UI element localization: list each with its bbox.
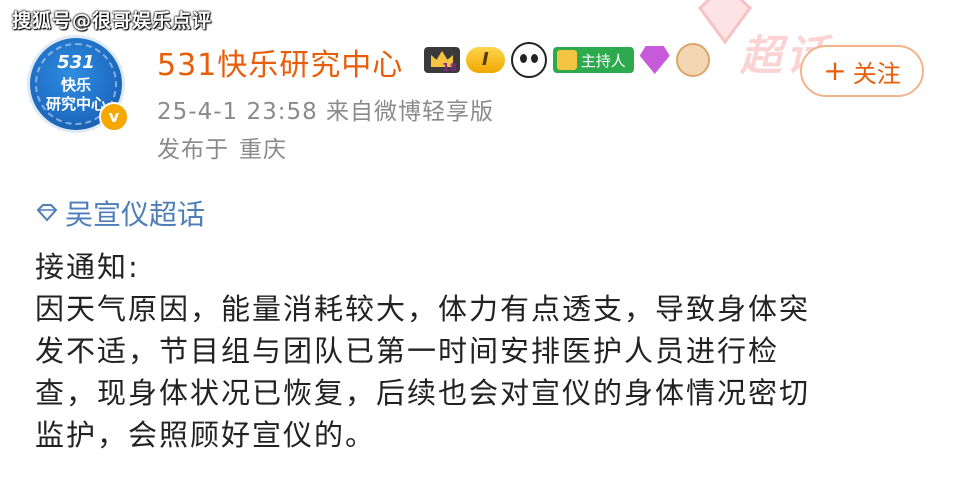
- plus-icon: +: [823, 54, 847, 87]
- content-line: 查，现身体状况已恢复，后续也会对宣仪的身体情况密切: [35, 376, 811, 410]
- content-line: 发不适，节目组与团队已第一时间安排医护人员进行检: [35, 334, 780, 368]
- location-value: 重庆: [239, 137, 287, 163]
- host-icon: [556, 50, 577, 70]
- host-badge-label: 主持人: [580, 51, 626, 70]
- panda-icon[interactable]: [510, 42, 547, 78]
- supertopic-link[interactable]: 吴宣仪超话: [35, 193, 205, 233]
- follow-button[interactable]: + 关注: [800, 45, 924, 97]
- user-name[interactable]: 531快乐研究中心: [157, 40, 403, 84]
- content-line: 接通知:: [35, 250, 140, 284]
- avatar-text-line2: 快乐: [60, 76, 91, 94]
- gem-icon[interactable]: [639, 46, 670, 74]
- diamond-icon: [36, 204, 58, 222]
- post-content: 接通知: 因天气原因，能量消耗较大，体力有点透支，导致身体突 发不适，节目组与团…: [35, 246, 935, 456]
- post-location: 发布于 重庆: [157, 130, 287, 164]
- post-time-source: 25-4-1 23:58 来自微博轻享版: [157, 99, 495, 125]
- follow-button-label: 关注: [852, 59, 901, 88]
- location-prefix: 发布于: [157, 137, 229, 163]
- gem-level-number: 18: [442, 60, 458, 74]
- host-badge[interactable]: 主持人: [552, 47, 634, 73]
- hamster-icon[interactable]: [675, 43, 710, 77]
- user-badges: I 主持人 18: [424, 42, 710, 78]
- supertopic-label: 吴宣仪超话: [65, 198, 206, 231]
- avatar-text-number: 531: [57, 52, 95, 73]
- content-line: 监护，会照顾好宣仪的。: [35, 418, 377, 452]
- level-badge[interactable]: I: [466, 47, 505, 73]
- verified-badge-icon: v: [99, 102, 129, 132]
- content-line: 因天气原因，能量消耗较大，体力有点透支，导致身体突: [35, 292, 811, 326]
- watermark-text: 搜狐号@很哥娱乐点评: [12, 10, 213, 32]
